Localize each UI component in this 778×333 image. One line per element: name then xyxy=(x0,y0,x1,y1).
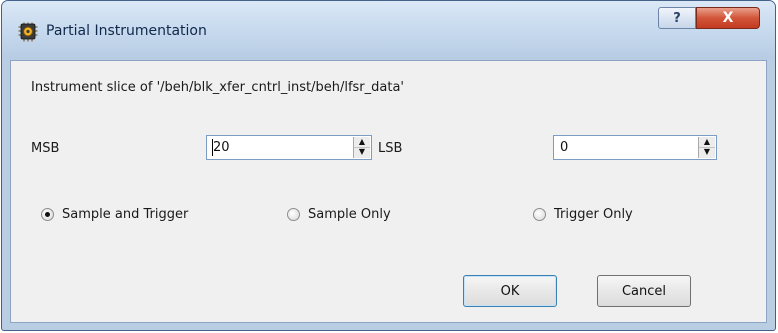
ok-button[interactable]: OK xyxy=(463,275,557,307)
lsb-label: LSB xyxy=(378,141,403,156)
help-button[interactable]: ? xyxy=(658,7,696,29)
msb-spinbox[interactable]: 20 ▲ ▼ xyxy=(206,135,372,160)
cancel-button[interactable]: Cancel xyxy=(597,275,691,307)
close-icon: X xyxy=(722,10,734,26)
up-arrow-icon: ▲ xyxy=(703,137,711,146)
radio-label: Sample and Trigger xyxy=(62,207,189,222)
down-arrow-icon: ▼ xyxy=(703,147,711,156)
question-mark-icon: ? xyxy=(673,10,681,26)
dialog-window: Partial Instrumentation ? X Instrument s… xyxy=(1,0,776,331)
radio-label: Sample Only xyxy=(308,207,391,222)
chip-gear-icon xyxy=(18,22,38,42)
radio-indicator xyxy=(533,208,546,221)
msb-decrement-button[interactable]: ▼ xyxy=(354,147,370,157)
radio-sample-and-trigger[interactable]: Sample and Trigger xyxy=(41,207,188,222)
radio-indicator xyxy=(41,208,54,221)
msb-label: MSB xyxy=(31,141,60,156)
msb-value: 20 xyxy=(213,140,230,155)
msb-spin-buttons: ▲ ▼ xyxy=(353,137,370,158)
lsb-decrement-button[interactable]: ▼ xyxy=(699,147,715,157)
lsb-spin-buttons: ▲ ▼ xyxy=(698,137,715,158)
down-arrow-icon: ▼ xyxy=(358,147,366,156)
window-title: Partial Instrumentation xyxy=(46,23,207,39)
description-label: Instrument slice of '/beh/blk_xfer_cntrl… xyxy=(31,80,404,95)
radio-sample-only[interactable]: Sample Only xyxy=(287,207,391,222)
radio-indicator xyxy=(287,208,300,221)
title-bar[interactable]: Partial Instrumentation ? X xyxy=(2,1,775,59)
lsb-spinbox[interactable]: 0 ▲ ▼ xyxy=(553,135,717,160)
lsb-value: 0 xyxy=(560,140,569,155)
close-button[interactable]: X xyxy=(696,7,760,29)
radio-label: Trigger Only xyxy=(554,207,633,222)
up-arrow-icon: ▲ xyxy=(358,137,366,146)
dialog-body: Instrument slice of '/beh/blk_xfer_cntrl… xyxy=(10,60,767,323)
radio-trigger-only[interactable]: Trigger Only xyxy=(533,207,633,222)
